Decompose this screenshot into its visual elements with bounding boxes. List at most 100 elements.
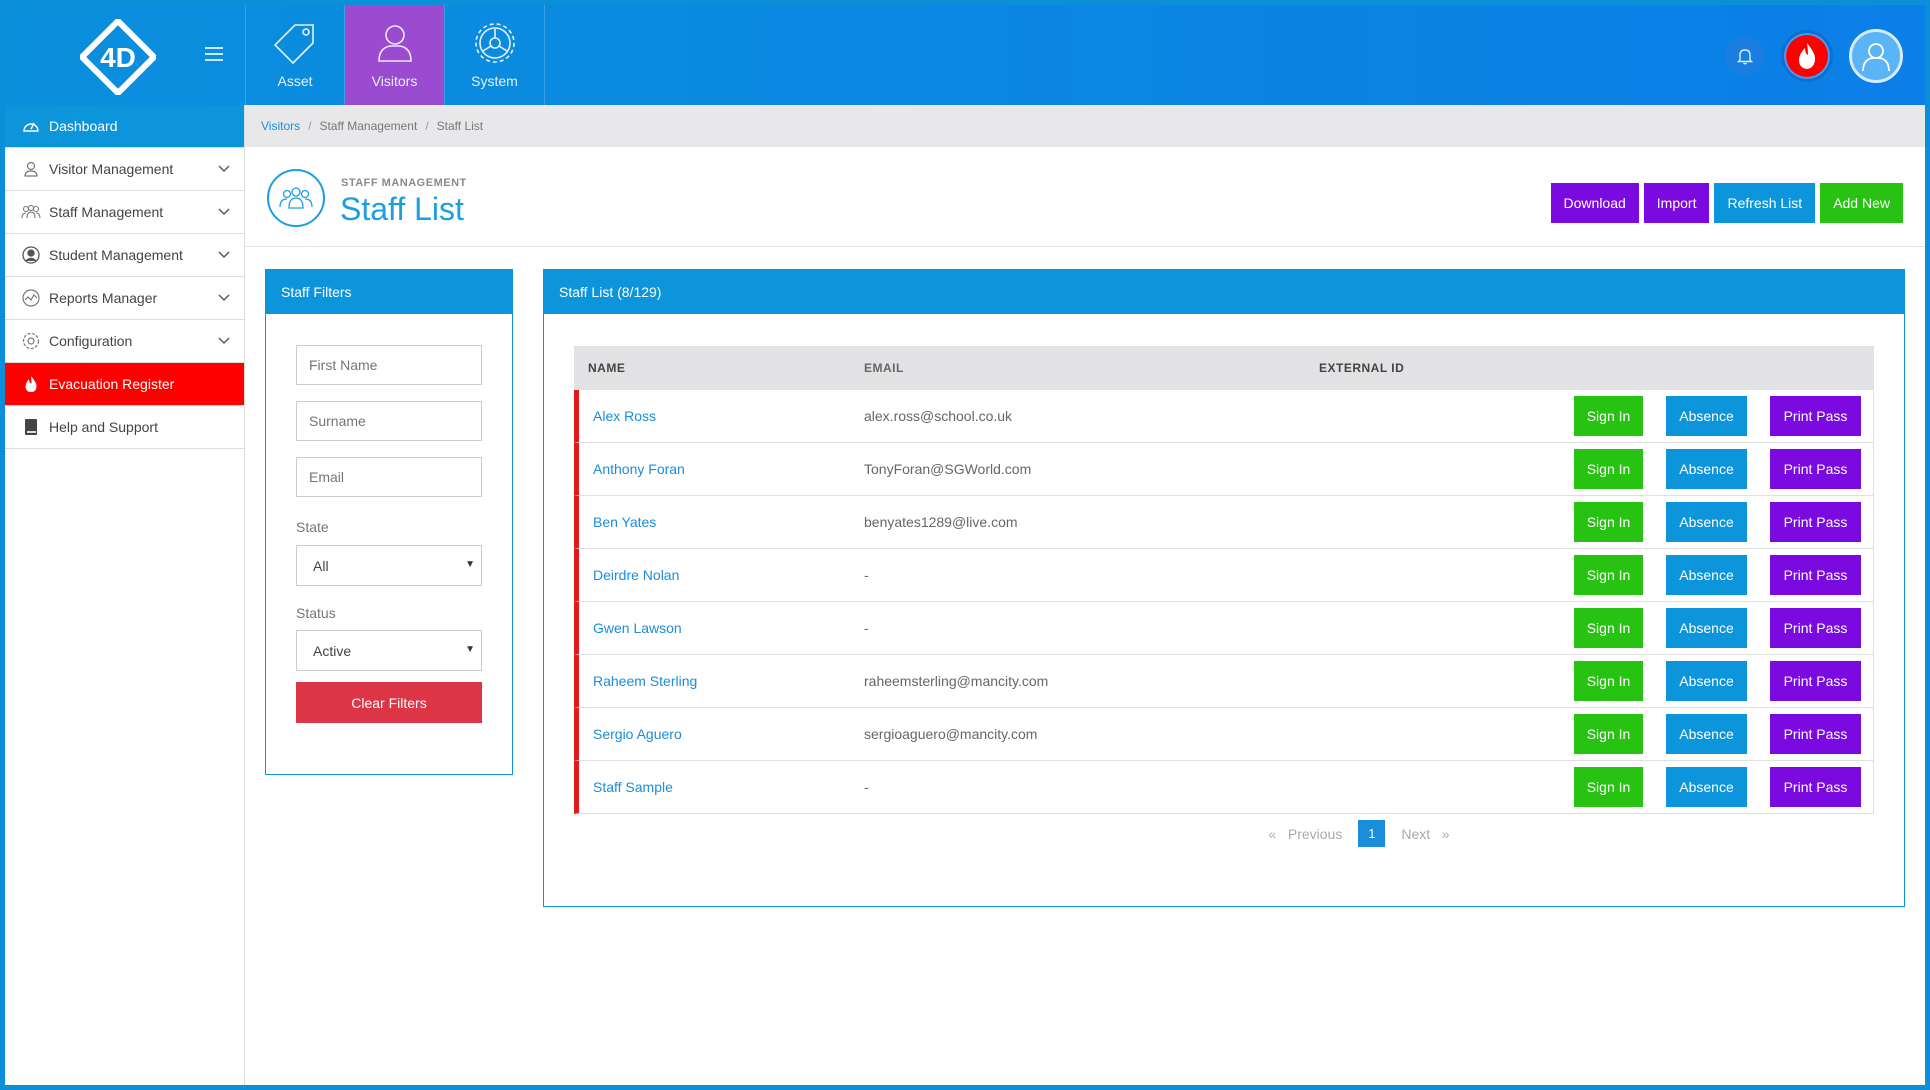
print-pass-button[interactable]: Print Pass — [1770, 396, 1861, 436]
sidebar-item-configuration[interactable]: Configuration — [5, 320, 244, 363]
sidebar-item-student-management[interactable]: Student Management — [5, 234, 244, 277]
email-input[interactable] — [296, 457, 482, 497]
gear-icon — [474, 23, 515, 63]
staff-name-link[interactable]: Raheem Sterling — [579, 673, 864, 689]
absence-button[interactable]: Absence — [1666, 661, 1747, 701]
next-page-button[interactable]: Next » — [1401, 826, 1449, 842]
staff-name-link[interactable]: Sergio Aguero — [579, 726, 864, 742]
print-pass-button[interactable]: Print Pass — [1770, 714, 1861, 754]
breadcrumb-separator: / — [425, 119, 429, 133]
state-select[interactable]: All ▼ — [296, 545, 482, 586]
column-header-name[interactable]: NAME — [574, 361, 864, 375]
sign-in-button[interactable]: Sign In — [1574, 661, 1643, 701]
column-header-external-id[interactable]: EXTERNAL ID — [1319, 361, 1519, 375]
status-value: Active — [313, 642, 352, 659]
gear-icon — [22, 332, 40, 350]
status-select[interactable]: Active ▼ — [296, 630, 482, 671]
table-row: Anthony Foran TonyForan@SGWorld.com Sign I… — [574, 443, 1874, 496]
page-header: STAFF MANAGEMENT Staff List Download Imp… — [245, 147, 1925, 247]
staff-name-link[interactable]: Ben Yates — [579, 514, 864, 530]
notifications-bell-icon[interactable] — [1725, 36, 1765, 76]
table-row: Ben Yates benyates1289@live.com Sign In Abs… — [574, 496, 1874, 549]
sidebar-item-label: Student Management — [49, 247, 183, 263]
caret-down-icon: ▼ — [465, 644, 475, 655]
print-pass-button[interactable]: Print Pass — [1770, 767, 1861, 807]
row-actions: Sign In Absence Print Pass — [1519, 449, 1873, 489]
breadcrumb-staff-management[interactable]: Staff Management — [319, 119, 417, 133]
absence-button[interactable]: Absence — [1666, 767, 1747, 807]
top-icons — [1725, 29, 1903, 83]
logo-4d-icon[interactable]: 4D — [80, 19, 156, 95]
download-button[interactable]: Download — [1550, 183, 1639, 223]
staff-name-link[interactable]: Gwen Lawson — [579, 620, 864, 636]
staff-name-link[interactable]: Staff Sample — [579, 779, 864, 795]
clear-filters-button[interactable]: Clear Filters — [296, 682, 482, 723]
sidebar-item-evacuation-register[interactable]: Evacuation Register — [5, 363, 244, 406]
breadcrumb-staff-list: Staff List — [436, 119, 484, 133]
row-actions: Sign In Absence Print Pass — [1519, 555, 1873, 595]
menu-toggle-icon[interactable] — [205, 47, 223, 61]
module-asset[interactable]: Asset — [245, 5, 345, 105]
absence-button[interactable]: Absence — [1666, 396, 1747, 436]
previous-label: Previous — [1287, 825, 1343, 842]
staff-email: alex.ross@school.co.uk — [864, 408, 1013, 424]
staff-list-panel: Staff List (8/129) NAME EMAIL EXTERNAL I… — [543, 269, 1905, 907]
surname-input[interactable] — [296, 401, 482, 441]
print-pass-button[interactable]: Print Pass — [1770, 661, 1861, 701]
absence-button[interactable]: Absence — [1666, 714, 1747, 754]
absence-button[interactable]: Absence — [1666, 555, 1747, 595]
staff-table: NAME EMAIL EXTERNAL ID Alex Ross alex.ros… — [574, 346, 1874, 814]
add-new-button[interactable]: Add New — [1820, 183, 1903, 223]
staff-email: TonyForan@SGWorld.com — [864, 461, 1032, 477]
absence-button[interactable]: Absence — [1666, 449, 1747, 489]
module-visitors[interactable]: Visitors — [345, 5, 445, 105]
sidebar-item-reports-manager[interactable]: Reports Manager — [5, 277, 244, 320]
svg-text:4D: 4D — [100, 42, 136, 73]
breadcrumb-visitors[interactable]: Visitors — [261, 119, 300, 133]
first-name-input[interactable] — [296, 345, 482, 385]
print-pass-button[interactable]: Print Pass — [1770, 502, 1861, 542]
sidebar-item-visitor-management[interactable]: Visitor Management — [5, 148, 244, 191]
import-button[interactable]: Import — [1643, 183, 1710, 223]
staff-name-link[interactable]: Alex Ross — [579, 408, 864, 424]
sidebar-item-label: Reports Manager — [49, 290, 158, 306]
prev-arrow-icon: « — [1268, 825, 1277, 842]
page-kicker: STAFF MANAGEMENT — [341, 177, 467, 189]
group-users-icon — [21, 204, 41, 219]
sign-in-button[interactable]: Sign In — [1574, 555, 1643, 595]
sidebar-item-staff-management[interactable]: Staff Management — [5, 191, 244, 234]
sign-in-button[interactable]: Sign In — [1574, 502, 1643, 542]
print-pass-button[interactable]: Print Pass — [1770, 608, 1861, 648]
sign-in-button[interactable]: Sign In — [1574, 449, 1643, 489]
sign-in-button[interactable]: Sign In — [1574, 767, 1643, 807]
tag-icon — [273, 24, 314, 65]
sign-in-button[interactable]: Sign In — [1574, 396, 1643, 436]
caret-down-icon: ▼ — [465, 559, 475, 570]
state-value: All — [313, 557, 329, 574]
column-header-email[interactable]: EMAIL — [864, 361, 1319, 375]
staff-name-link[interactable]: Anthony Foran — [579, 461, 864, 477]
sidebar-item-help-and-support[interactable]: Help and Support — [5, 406, 244, 449]
refresh-list-button[interactable]: Refresh List — [1714, 183, 1816, 223]
staff-group-icon — [267, 169, 325, 227]
current-page-button[interactable]: 1 — [1358, 820, 1386, 847]
previous-page-button[interactable]: « Previous — [1268, 826, 1342, 842]
print-pass-button[interactable]: Print Pass — [1770, 449, 1861, 489]
user-avatar-icon[interactable] — [1849, 29, 1903, 83]
breadcrumb: Visitors / Staff Management / Staff List — [245, 105, 1925, 147]
user-icon — [24, 161, 38, 177]
book-icon — [25, 419, 37, 435]
sidebar-item-dashboard[interactable]: Dashboard — [5, 105, 244, 148]
absence-button[interactable]: Absence — [1666, 502, 1747, 542]
evacuation-fire-icon[interactable] — [1781, 30, 1833, 82]
sign-in-button[interactable]: Sign In — [1574, 714, 1643, 754]
sidebar-item-label: Dashboard — [49, 118, 118, 134]
module-system[interactable]: System — [445, 5, 545, 105]
sign-in-button[interactable]: Sign In — [1574, 608, 1643, 648]
print-pass-button[interactable]: Print Pass — [1770, 555, 1861, 595]
absence-button[interactable]: Absence — [1666, 608, 1747, 648]
table-row: Alex Ross alex.ross@school.co.uk Sign In Ab… — [574, 390, 1874, 443]
staff-name-link[interactable]: Deirdre Nolan — [579, 567, 864, 583]
pagination: « Previous 1 Next » — [544, 820, 1904, 847]
table-row: Raheem Sterling raheemsterling@mancity.co… — [574, 655, 1874, 708]
